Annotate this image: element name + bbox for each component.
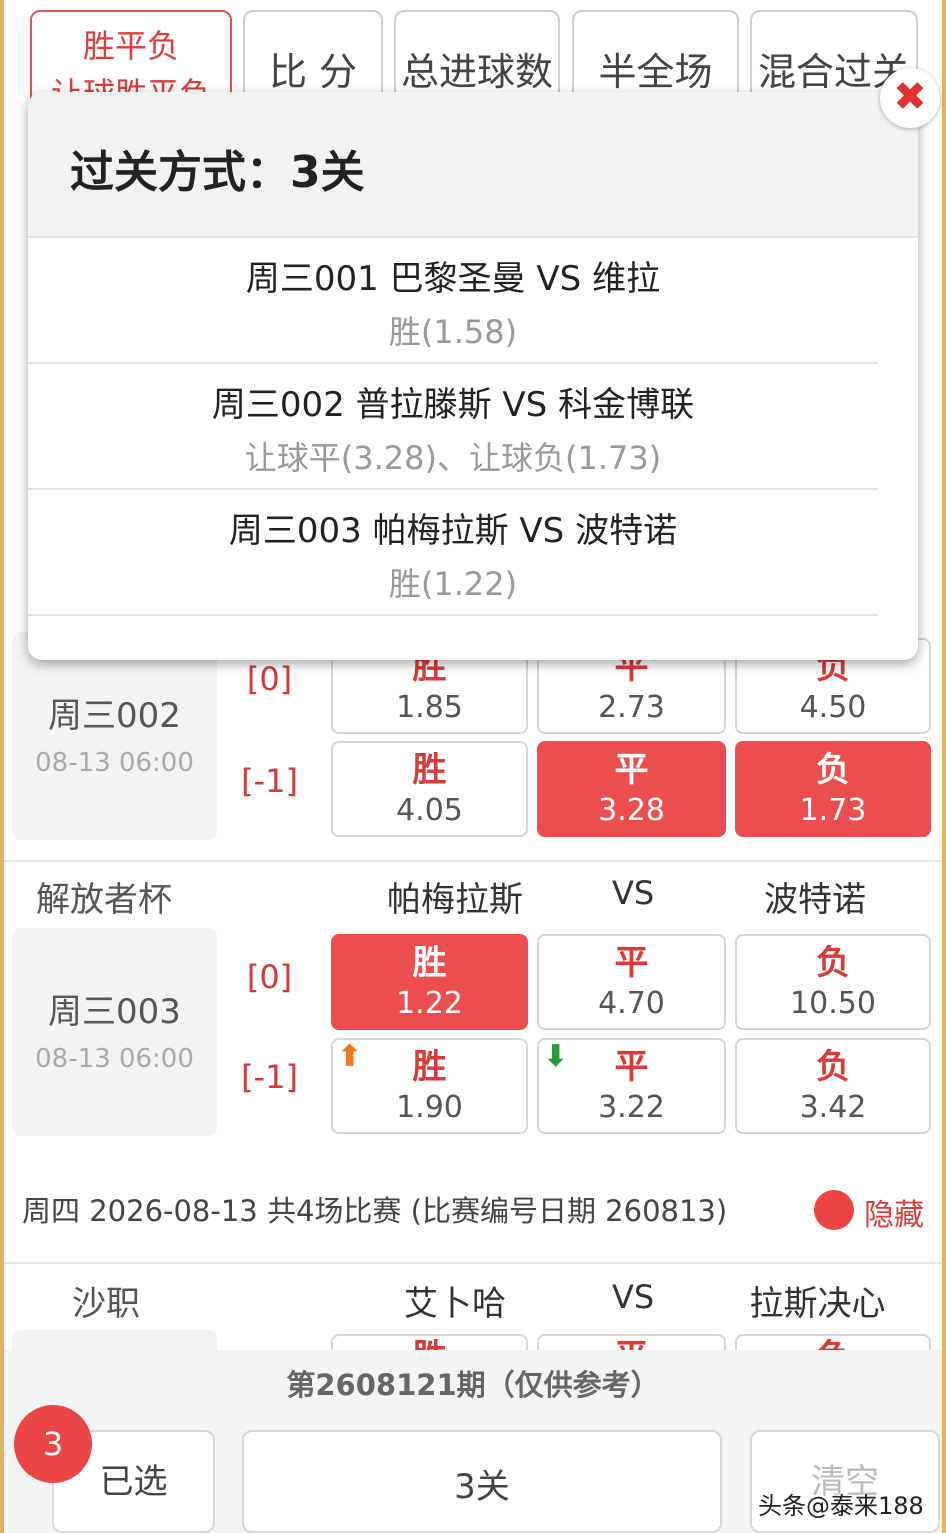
league-name: 解放者杯 bbox=[36, 880, 172, 920]
match-info-003: 周三003 08-13 06:00 bbox=[12, 928, 217, 1136]
match-code: 周三002 bbox=[48, 696, 181, 736]
pick-selection: 胜(1.22) bbox=[388, 565, 518, 603]
option-odds: 3.28 bbox=[598, 793, 665, 828]
away-team: 波特诺 bbox=[764, 880, 866, 920]
hide-toggle-icon[interactable] bbox=[814, 1190, 854, 1230]
odds-cell-002-hcap-lose[interactable]: 负 1.73 bbox=[735, 741, 931, 837]
option-odds: 1.22 bbox=[396, 986, 463, 1021]
hide-toggle-label[interactable]: 隐藏 bbox=[864, 1190, 924, 1234]
handicap-label: [-1] bbox=[241, 1058, 298, 1096]
pick-selection: 胜(1.58) bbox=[388, 313, 518, 351]
pick-selection: 让球平(3.28)、让球负(1.73) bbox=[244, 439, 662, 477]
option-name: 负 bbox=[816, 1047, 850, 1087]
match-time: 08-13 06:00 bbox=[35, 1044, 194, 1074]
parlay-popup: 过关方式：3关 周三001 巴黎圣曼 VS 维拉 胜(1.58) 周三002 普… bbox=[28, 92, 918, 660]
pick-item: 周三002 普拉滕斯 VS 科金博联 让球平(3.28)、让球负(1.73) bbox=[28, 364, 878, 490]
option-name: 胜 bbox=[412, 943, 447, 983]
option-odds: 4.70 bbox=[598, 986, 665, 1021]
arrow-up-icon: ⬆ bbox=[337, 1039, 363, 1074]
option-odds: 2.73 bbox=[598, 690, 665, 725]
away-team: 拉斯决心 bbox=[749, 1284, 886, 1324]
pick-item: 周三003 帕梅拉斯 VS 波特诺 胜(1.22) bbox=[28, 490, 878, 616]
odds-cell-003-lose[interactable]: 负 10.50 bbox=[735, 934, 931, 1030]
option-name: 平 bbox=[614, 943, 649, 983]
popup-header: 过关方式：3关 bbox=[28, 92, 918, 238]
option-odds: 4.05 bbox=[396, 793, 463, 828]
option-odds: 3.42 bbox=[799, 1090, 867, 1125]
selected-count-badge: 3 bbox=[14, 1405, 92, 1483]
odds-cell-003-draw[interactable]: 平 4.70 bbox=[537, 934, 726, 1030]
frame-right-border bbox=[942, 0, 946, 1533]
option-name: 负 bbox=[816, 750, 850, 790]
watermark: 头条@泰来188 bbox=[758, 1492, 924, 1520]
match-time: 08-13 06:00 bbox=[35, 748, 194, 778]
option-odds: 1.90 bbox=[396, 1090, 463, 1125]
option-name: 负 bbox=[816, 943, 850, 983]
odds-cell-003-hcap-win[interactable]: ⬆ 胜 1.90 bbox=[331, 1038, 528, 1134]
frame-left-border bbox=[0, 0, 4, 1533]
pick-match: 周三002 普拉滕斯 VS 科金博联 bbox=[211, 385, 695, 425]
pick-item: 周三001 巴黎圣曼 VS 维拉 胜(1.58) bbox=[28, 238, 878, 364]
handicap-label: [0] bbox=[246, 660, 293, 698]
option-odds: 10.50 bbox=[790, 986, 876, 1021]
option-name: 胜 bbox=[412, 750, 447, 790]
odds-cell-003-hcap-lose[interactable]: 负 3.42 bbox=[735, 1038, 931, 1134]
arrow-down-icon: ⬇ bbox=[543, 1039, 569, 1074]
handicap-label: [0] bbox=[246, 958, 293, 996]
home-team: 艾卜哈 bbox=[404, 1284, 506, 1324]
odds-cell-002-hcap-draw[interactable]: 平 3.28 bbox=[537, 741, 726, 837]
option-name: 平 bbox=[614, 750, 649, 790]
odds-cell-002-hcap-win[interactable]: 胜 4.05 bbox=[331, 741, 528, 837]
home-team: 帕梅拉斯 bbox=[387, 880, 523, 920]
vs-label: VS bbox=[612, 1278, 655, 1316]
option-odds: 4.50 bbox=[799, 690, 867, 725]
handicap-label: [-1] bbox=[241, 762, 298, 800]
tab-label: 胜平负 bbox=[82, 27, 179, 65]
option-odds: 1.85 bbox=[396, 690, 463, 725]
divider bbox=[4, 1262, 942, 1264]
odds-cell-003-win[interactable]: 胜 1.22 bbox=[331, 934, 528, 1030]
option-odds: 3.22 bbox=[598, 1090, 665, 1125]
pick-match: 周三003 帕梅拉斯 VS 波特诺 bbox=[228, 511, 678, 551]
close-icon[interactable]: ✖ bbox=[880, 68, 940, 128]
pass-type-label: 3关 bbox=[454, 1467, 510, 1507]
divider bbox=[4, 860, 942, 862]
vs-label: VS bbox=[612, 874, 655, 912]
pass-type-button[interactable]: 3关 bbox=[242, 1430, 722, 1533]
day-header: 周四 2026-08-13 共4场比赛 (比赛编号日期 260813) bbox=[22, 1194, 728, 1228]
match-code: 周三003 bbox=[48, 992, 181, 1032]
popup-title: 过关方式：3关 bbox=[70, 147, 365, 198]
league-name: 沙职 bbox=[72, 1284, 140, 1324]
odds-cell-003-hcap-draw[interactable]: ⬇ 平 3.22 bbox=[537, 1038, 726, 1134]
selected-button-label: 已选 bbox=[99, 1462, 168, 1502]
period-label: 第2608121期（仅供参考） bbox=[286, 1368, 660, 1402]
option-odds: 1.73 bbox=[799, 793, 867, 828]
pick-match: 周三001 巴黎圣曼 VS 维拉 bbox=[245, 259, 661, 299]
match-info-002: 周三002 08-13 06:00 bbox=[12, 632, 217, 840]
